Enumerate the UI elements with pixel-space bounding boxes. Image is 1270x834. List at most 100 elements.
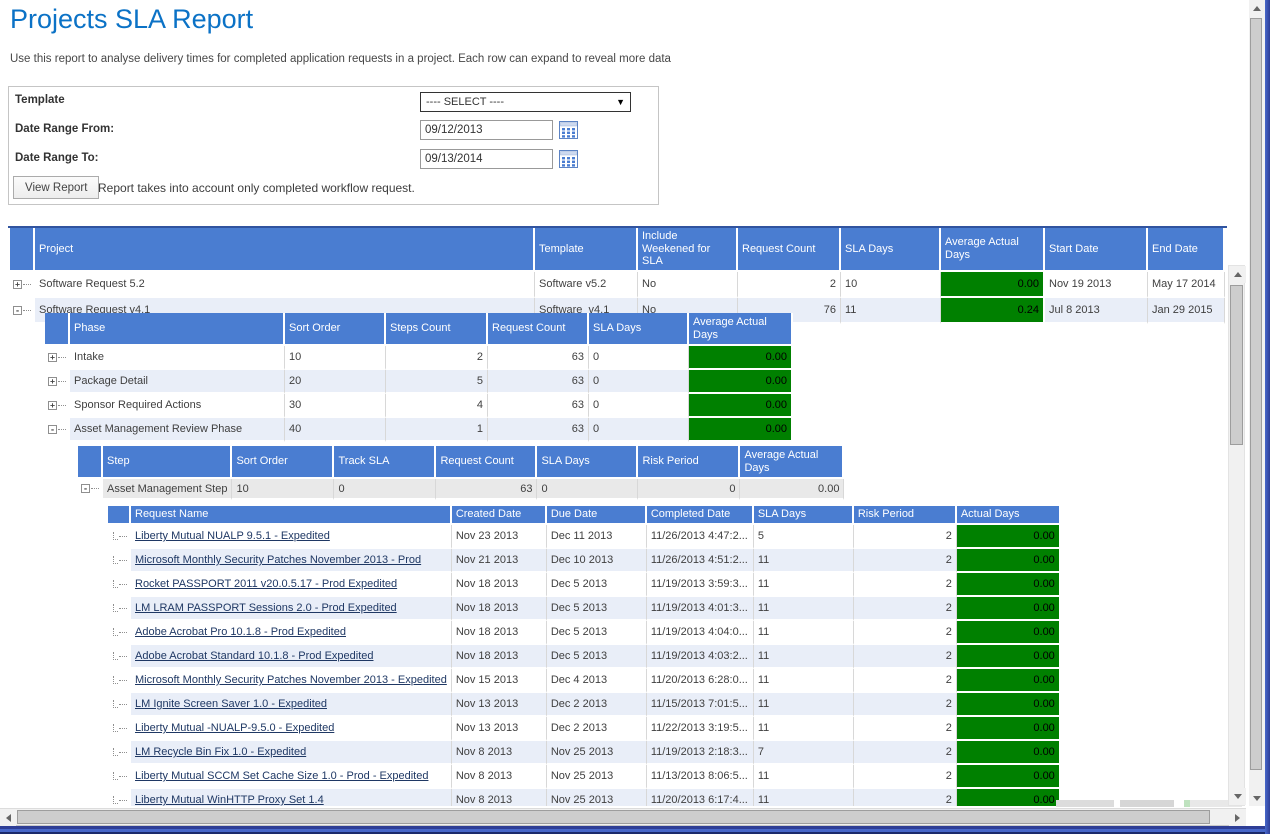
date-to-input[interactable] [420,149,553,169]
table-row: Liberty Mutual WinHTTP Proxy Set 1.4 Nov … [108,789,1061,806]
tree-branch-icon [108,645,131,669]
sla-days-cell: 7 [754,741,854,765]
request-link[interactable]: Adobe Acrobat Standard 10.1.8 - Prod Exp… [135,650,374,662]
table-row: -Asset Management Review Phase4016300.00 [45,418,793,442]
due-date-cell: Nov 25 2013 [547,741,647,765]
report-viewport: Project Template Include Weekened for SL… [0,226,1227,806]
completed-date-cell: 11/19/2013 4:03:2... [647,645,754,669]
scroll-down-arrow-icon[interactable] [1249,790,1265,806]
sla-days-cell: 0 [589,346,689,370]
calendar-icon[interactable] [559,150,578,168]
collapse-icon[interactable]: - [78,479,103,500]
average-actual-days-cell: 0.00 [941,272,1045,298]
expand-icon[interactable]: + [45,394,70,418]
expand-icon[interactable]: + [45,370,70,394]
due-date-cell: Dec 5 2013 [547,645,647,669]
created-date-cell: Nov 8 2013 [452,789,547,806]
actual-days-cell: 0.00 [957,765,1061,789]
step-name-cell: Asset Management Step [103,479,232,500]
actual-days-cell: 0.00 [957,669,1061,693]
scroll-left-arrow-icon[interactable] [0,809,16,826]
column-header: Due Date [547,506,647,525]
table-row: LM Recycle Bin Fix 1.0 - ExpeditedNov 8 … [108,741,1061,765]
sla-days-cell: 0 [537,479,638,500]
due-date-cell: Dec 5 2013 [547,573,647,597]
risk-period-cell: 2 [854,669,957,693]
expand-icon[interactable]: + [10,272,35,298]
actual-days-cell: 0.00 [957,741,1061,765]
completed-date-cell: 11/26/2013 4:47:2... [647,525,754,549]
column-header: Request Name [131,506,452,525]
page-vertical-scrollbar[interactable] [1249,0,1265,806]
table-row: Microsoft Monthly Security Patches Novem… [108,669,1061,693]
request-link[interactable]: LM LRAM PASSPORT Sessions 2.0 - Prod Exp… [135,602,397,614]
scroll-down-arrow-icon[interactable] [1229,788,1246,805]
start-date-cell: Jul 8 2013 [1045,298,1148,324]
risk-period-cell: 2 [854,549,957,573]
view-report-button[interactable]: View Report [13,176,99,199]
scrollbar-thumb[interactable] [1230,285,1243,445]
phase-name-cell: Package Detail [70,370,285,394]
table-row: Adobe Acrobat Pro 10.1.8 - Prod Expedite… [108,621,1061,645]
scrollbar-thumb[interactable] [1250,18,1262,770]
average-actual-days-cell: 0.00 [689,418,793,442]
collapse-icon[interactable]: - [45,418,70,442]
created-date-cell: Nov 18 2013 [452,645,547,669]
created-date-cell: Nov 23 2013 [452,525,547,549]
expand-icon[interactable]: + [45,346,70,370]
scrollbar-thumb[interactable] [17,810,1210,824]
actual-days-cell: 0.00 [957,645,1061,669]
tree-branch-icon [108,549,131,573]
table-row: +Software Request 5.2Software v5.2No2100… [10,272,1225,298]
table-row: Microsoft Monthly Security Patches Novem… [108,549,1061,573]
start-date-cell: Nov 19 2013 [1045,272,1148,298]
sla-days-cell: 0 [589,394,689,418]
completed-date-cell: 11/15/2013 7:01:5... [647,693,754,717]
expander-header-cell [108,506,131,525]
report-vertical-scrollbar[interactable] [1228,265,1245,806]
sla-days-cell: 11 [754,669,854,693]
due-date-cell: Dec 4 2013 [547,669,647,693]
average-actual-days-cell: 0.24 [941,298,1045,324]
request-link[interactable]: Microsoft Monthly Security Patches Novem… [135,554,421,566]
due-date-cell: Dec 11 2013 [547,525,647,549]
completed-date-cell: 11/19/2013 4:01:3... [647,597,754,621]
scroll-up-arrow-icon[interactable] [1249,0,1265,16]
request-link[interactable]: Liberty Mutual WinHTTP Proxy Set 1.4 [135,794,324,806]
tree-branch-icon [108,597,131,621]
sla-days-cell: 11 [841,298,941,324]
phases-header-row: Phase Sort Order Steps Count Request Cou… [45,313,793,346]
collapse-icon[interactable]: - [10,298,35,324]
template-select[interactable]: ---- SELECT ---- ▼ [420,92,631,112]
request-link[interactable]: Rocket PASSPORT 2011 v20.0.5.17 - Prod E… [135,578,397,590]
sort-order-cell: 30 [285,394,386,418]
project-name-cell: Software Request 5.2 [35,272,535,298]
request-link[interactable]: Liberty Mutual NUALP 9.5.1 - Expedited [135,530,330,542]
projects-sla-report-page: Projects SLA Report Use this report to a… [0,0,1270,834]
request-link[interactable]: LM Recycle Bin Fix 1.0 - Expedited [135,746,306,758]
request-count-cell: 63 [488,346,589,370]
date-from-label: Date Range From: [15,123,114,135]
request-link[interactable]: Microsoft Monthly Security Patches Novem… [135,674,447,686]
tree-branch-icon [108,765,131,789]
request-name-cell: Adobe Acrobat Standard 10.1.8 - Prod Exp… [131,645,452,669]
date-from-input[interactable] [420,120,553,140]
horizontal-scrollbar[interactable] [0,808,1246,826]
due-date-cell: Dec 5 2013 [547,597,647,621]
created-date-cell: Nov 13 2013 [452,717,547,741]
tree-branch-icon [108,621,131,645]
request-link[interactable]: Adobe Acrobat Pro 10.1.8 - Prod Expedite… [135,626,346,638]
request-link[interactable]: Liberty Mutual SCCM Set Cache Size 1.0 -… [135,770,428,782]
sla-days-cell: 5 [754,525,854,549]
request-link[interactable]: LM Ignite Screen Saver 1.0 - Expedited [135,698,327,710]
sla-days-cell: 11 [754,717,854,741]
scroll-up-arrow-icon[interactable] [1229,266,1246,283]
calendar-icon[interactable] [559,121,578,139]
created-date-cell: Nov 18 2013 [452,573,547,597]
tree-branch-icon [108,789,131,806]
request-link[interactable]: Liberty Mutual -NUALP-9.5.0 - Expedited [135,722,334,734]
actual-days-cell: 0.00 [957,549,1061,573]
sla-days-cell: 11 [754,765,854,789]
scroll-right-arrow-icon[interactable] [1229,809,1246,826]
request-name-cell: LM LRAM PASSPORT Sessions 2.0 - Prod Exp… [131,597,452,621]
